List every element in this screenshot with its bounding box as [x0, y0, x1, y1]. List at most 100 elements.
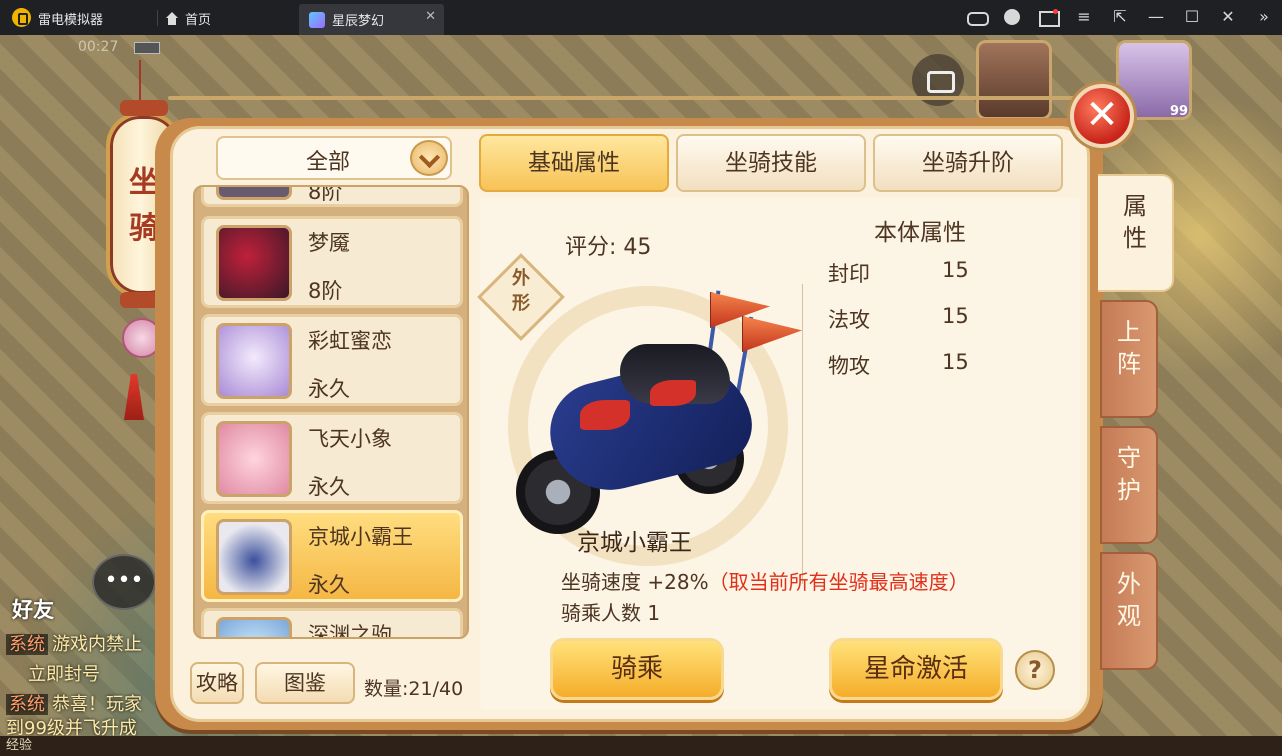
side-tab-label: 外观: [1117, 570, 1141, 630]
game-tab-icon: [309, 12, 325, 28]
minimize-icon[interactable]: —: [1144, 6, 1168, 28]
mount-score: 评分: 45: [565, 235, 652, 260]
mount-list[interactable]: 8阶 梦魇 8阶 彩虹蜜恋 永久 飞天小象 永久 京城小霸王 永久 深渊之驹: [193, 185, 469, 639]
chat-message-text: 游戏内禁止: [52, 634, 142, 655]
side-tab-guard[interactable]: 守护: [1100, 426, 1158, 544]
hud-clock: 00:27: [78, 39, 119, 55]
mount-duration: 永久: [308, 573, 350, 597]
mount-name: 深渊之驹: [308, 623, 392, 639]
side-tab-label: 属性: [1123, 192, 1147, 252]
home-tab[interactable]: 首页: [165, 9, 211, 28]
expand-sidebar-icon[interactable]: »: [1252, 6, 1276, 28]
maximize-icon[interactable]: ☐: [1180, 6, 1204, 28]
speed-note: （取当前所有坐骑最高速度）: [708, 570, 969, 594]
attribute-value: 15: [942, 258, 969, 282]
game-tab-label: 星辰梦幻: [332, 14, 385, 29]
titlebar-divider: [157, 10, 158, 26]
riders-line: 骑乘人数 1: [561, 597, 660, 626]
mount-duration: 永久: [308, 377, 350, 401]
chat-channel-tag: 系统: [6, 694, 48, 715]
mount-grade: 8阶: [308, 279, 343, 303]
mail-icon[interactable]: [1036, 6, 1060, 28]
gamepad-icon[interactable]: [964, 6, 989, 28]
side-tab-appearance[interactable]: 外观: [1100, 552, 1158, 670]
chat-bubble-icon: •••: [104, 568, 144, 593]
home-icon: [165, 11, 179, 26]
speed-value: +28%: [647, 570, 709, 594]
mount-name: 梦魇: [308, 231, 350, 255]
emulator-logo-icon: [12, 8, 31, 27]
chat-message-text: 立即封号: [28, 664, 100, 685]
close-panel-button[interactable]: ✕: [1070, 84, 1134, 148]
mount-list-item-selected[interactable]: 京城小霸王 永久: [201, 510, 463, 602]
base-attributes-title: 本体属性: [874, 220, 966, 246]
menu-icon[interactable]: ≡: [1072, 6, 1096, 28]
mount-thumbnail: [216, 421, 292, 497]
tab-basic-attributes[interactable]: 基础属性: [479, 134, 669, 192]
flame-decal: [650, 380, 696, 406]
speed-label: 坐骑速度: [561, 570, 641, 594]
ride-button[interactable]: 骑乘: [550, 638, 724, 700]
popout-icon[interactable]: ⇱: [1108, 6, 1132, 28]
close-window-icon[interactable]: ✕: [1216, 6, 1240, 28]
chat-button[interactable]: •••: [92, 554, 156, 610]
battery-icon: [134, 42, 160, 54]
attribute-label: 物攻: [828, 354, 870, 378]
mount-preview-name: 京城小霸王: [577, 530, 692, 556]
codex-button[interactable]: 图鉴: [255, 662, 355, 704]
chat-message: 系统 恭喜！玩家: [6, 690, 142, 716]
attribute-value: 15: [942, 304, 969, 328]
attribute-label: 封印: [828, 262, 870, 286]
tab-mount-upgrade[interactable]: 坐骑升阶: [873, 134, 1063, 192]
riders-value: 1: [647, 601, 661, 625]
detail-divider: [802, 284, 803, 584]
chevron-down-icon[interactable]: [410, 140, 448, 176]
tab-mount-skills[interactable]: 坐骑技能: [676, 134, 866, 192]
mount-list-item[interactable]: 彩虹蜜恋 永久: [201, 314, 463, 406]
player-level: 99: [1170, 104, 1189, 119]
emulator-titlebar: 雷电模拟器 首页 星辰梦幻 ✕ ≡ ⇱ — ☐ ✕ »: [0, 0, 1282, 35]
tab-close-icon[interactable]: ✕: [425, 9, 436, 24]
mount-list-item[interactable]: 飞天小象 永久: [201, 412, 463, 504]
user-account-icon[interactable]: [1000, 6, 1024, 28]
mount-name: 彩虹蜜恋: [308, 329, 392, 353]
chat-message: 立即封号: [28, 660, 100, 686]
home-tab-label: 首页: [185, 13, 212, 28]
flame-decal: [580, 400, 630, 430]
side-tab-deploy[interactable]: 上阵: [1100, 300, 1158, 418]
help-icon[interactable]: ?: [1015, 650, 1055, 690]
attribute-value: 15: [942, 350, 969, 374]
mount-thumbnail: [216, 225, 292, 301]
mount-name: 飞天小象: [308, 427, 392, 451]
mount-count: 数量:21/40: [364, 678, 464, 700]
mount-list-item[interactable]: 8阶: [201, 185, 463, 207]
panel-decoration: [168, 80, 1098, 120]
experience-bar: 经验: [0, 736, 1282, 756]
friends-button[interactable]: 好友: [12, 594, 54, 624]
mount-list-item[interactable]: 梦魇 8阶: [201, 216, 463, 308]
game-tab[interactable]: 星辰梦幻 ✕: [299, 4, 444, 35]
mount-thumbnail: [216, 187, 292, 200]
lantern-cap: [120, 100, 168, 116]
mount-list-item[interactable]: 深渊之驹: [201, 608, 463, 639]
mount-preview-image: [510, 280, 802, 540]
mount-name: 京城小霸王: [308, 525, 413, 549]
side-tab-attributes[interactable]: 属性: [1098, 174, 1174, 292]
chat-message: 系统 游戏内禁止: [6, 630, 142, 656]
mount-thumbnail: [216, 617, 292, 637]
mount-filter-dropdown[interactable]: 全部: [216, 136, 452, 180]
emulator-app-name: 雷电模拟器: [38, 13, 104, 28]
close-icon: ✕: [1085, 92, 1119, 138]
flag-icon: [742, 316, 802, 352]
window-controls: ≡ ⇱ — ☐ ✕ »: [964, 6, 1276, 28]
mount-grade: 8阶: [308, 185, 343, 204]
side-tab-label: 守护: [1117, 444, 1141, 504]
guide-button[interactable]: 攻略: [190, 662, 244, 704]
experience-label: 经验: [6, 738, 33, 753]
chat-message-text: 恭喜！玩家: [52, 694, 142, 715]
chat-channel-tag: 系统: [6, 634, 48, 655]
mount-speed-line: 坐骑速度 +28%（取当前所有坐骑最高速度）: [561, 566, 969, 595]
mount-thumbnail: [216, 323, 292, 399]
filter-selected-value: 全部: [305, 150, 350, 175]
star-activate-button[interactable]: 星命激活: [829, 638, 1003, 700]
